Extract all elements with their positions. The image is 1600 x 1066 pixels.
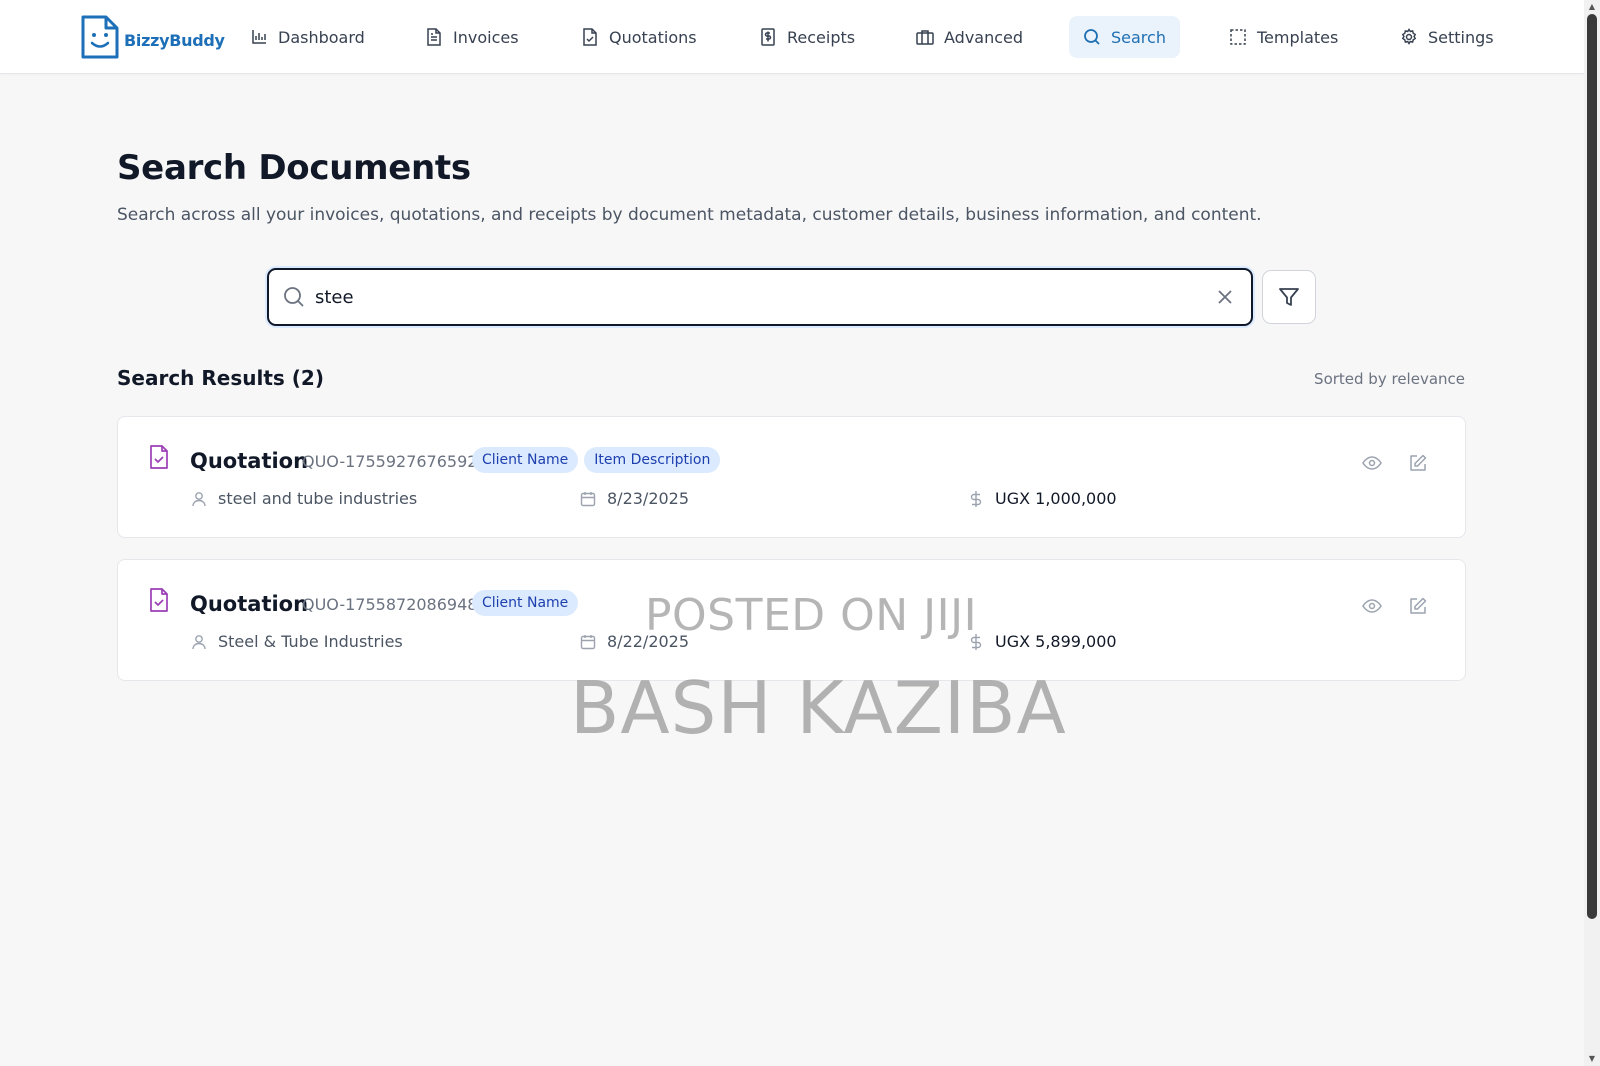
result-card[interactable]: Quotation QUO-1755927676592 Client Name … (117, 416, 1466, 538)
watermark-line-2: BASH KAZIBA (570, 666, 1067, 750)
document-check-icon (148, 445, 170, 469)
edit-icon (1410, 597, 1427, 614)
customer-info: steel and tube industries (190, 489, 417, 508)
results-title: Search Results (2) (117, 366, 324, 390)
customer-info: Steel & Tube Industries (190, 632, 403, 651)
briefcase-icon (916, 28, 934, 46)
match-tag: Client Name (472, 447, 579, 473)
document-check-icon (148, 588, 170, 612)
amount-info: UGX 5,899,000 (967, 632, 1117, 651)
eye-icon (1362, 456, 1382, 470)
page-description: Search across all your invoices, quotati… (117, 205, 1262, 225)
nav-label: Dashboard (278, 27, 365, 47)
document-amount: UGX 5,899,000 (995, 632, 1117, 651)
gear-icon (1400, 28, 1418, 46)
document-type: Quotation (190, 592, 309, 616)
calendar-icon (579, 633, 597, 651)
user-icon (190, 633, 208, 651)
nav-label: Receipts (787, 27, 856, 47)
document-icon (425, 28, 443, 46)
nav-item-receipts[interactable]: Receipts (745, 16, 869, 58)
filter-button[interactable] (1262, 270, 1316, 324)
date-info: 8/23/2025 (579, 489, 689, 508)
nav-label: Settings (1428, 27, 1494, 47)
brand-logo[interactable]: BizzyBuddy (80, 14, 225, 60)
page-scrollbar[interactable]: ▲ ▼ (1584, 0, 1600, 1066)
amount-info: UGX 1,000,000 (967, 489, 1117, 508)
template-icon (1229, 28, 1247, 46)
nav-item-settings[interactable]: Settings (1386, 16, 1508, 58)
nav-item-search[interactable]: Search (1069, 16, 1180, 58)
view-button[interactable] (1360, 451, 1384, 475)
nav-item-dashboard[interactable]: Dashboard (236, 16, 379, 58)
watermark-line-1: POSTED ON JIJI (645, 590, 978, 641)
document-amount: UGX 1,000,000 (995, 489, 1117, 508)
nav-label: Search (1111, 27, 1166, 47)
scroll-down-arrow-icon[interactable]: ▼ (1587, 1054, 1597, 1064)
eye-icon (1362, 599, 1382, 613)
match-tag: Item Description (584, 447, 721, 473)
page-title: Search Documents (117, 148, 471, 188)
customer-name: Steel & Tube Industries (218, 632, 403, 651)
edit-icon (1410, 454, 1427, 471)
close-icon (1218, 290, 1232, 304)
nav-item-templates[interactable]: Templates (1215, 16, 1352, 58)
search-bar (267, 268, 1253, 326)
search-input[interactable] (315, 280, 1175, 314)
document-type: Quotation (190, 449, 309, 473)
calendar-icon (579, 490, 597, 508)
nav-label: Templates (1257, 27, 1339, 47)
search-icon (1083, 28, 1101, 46)
nav-item-quotations[interactable]: Quotations (567, 16, 711, 58)
scroll-thumb[interactable] (1587, 14, 1597, 919)
nav-label: Invoices (453, 27, 519, 47)
nav-label: Quotations (609, 27, 697, 47)
filter-icon (1279, 288, 1299, 306)
edit-button[interactable] (1406, 594, 1430, 618)
customer-name: steel and tube industries (218, 489, 418, 508)
brand-name: BizzyBuddy (124, 30, 225, 50)
nav-label: Advanced (944, 27, 1024, 47)
match-tag: Client Name (472, 590, 579, 616)
nav-item-advanced[interactable]: Advanced (902, 16, 1037, 58)
document-date: 8/23/2025 (607, 489, 690, 508)
edit-button[interactable] (1406, 451, 1430, 475)
match-tags: Client Name Item Description (472, 447, 721, 473)
receipt-icon (759, 28, 777, 46)
logo-document-face-icon (81, 15, 119, 59)
clear-search-button[interactable] (1213, 285, 1237, 309)
document-number: QUO-1755872086948 (302, 595, 478, 614)
match-tags: Client Name (472, 590, 579, 616)
search-icon (283, 286, 305, 308)
nav-item-invoices[interactable]: Invoices (411, 16, 533, 58)
document-check-icon (581, 28, 599, 46)
document-number: QUO-1755927676592 (302, 452, 478, 471)
user-icon (190, 490, 208, 508)
bar-chart-icon (250, 28, 268, 46)
scroll-up-arrow-icon[interactable]: ▲ (1587, 2, 1597, 12)
sort-label: Sorted by relevance (1314, 370, 1465, 388)
view-button[interactable] (1360, 594, 1384, 618)
dollar-icon (967, 490, 985, 508)
top-navigation-bar: BizzyBuddy Dashboard Invoices Quotations… (0, 0, 1584, 74)
